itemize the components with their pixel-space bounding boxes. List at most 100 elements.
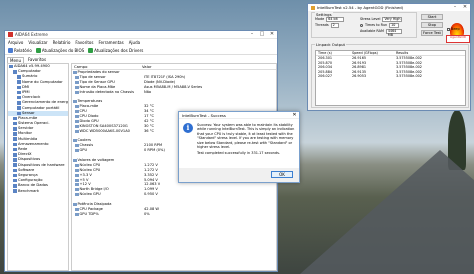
- dialog-close-button[interactable]: ✕: [290, 112, 299, 118]
- menu-item-4[interactable]: Ferramentas: [98, 40, 123, 45]
- window-title: IntelBurnTest v2.54 - by AgentGOD (Finis…: [317, 5, 404, 10]
- sensor-icon: [75, 193, 79, 197]
- speed-cell: 26.9053: [352, 74, 367, 79]
- toolbar-button-label: Atualizações do BIOS: [41, 47, 85, 53]
- tree-node-icon: [13, 153, 17, 157]
- toolbar-button-2[interactable]: Atualizações dos Drivers: [88, 47, 143, 53]
- column-header-time[interactable]: Time (s): [316, 51, 350, 55]
- sensor-icon: [75, 173, 79, 177]
- dialog-title: IntelBurnTest - Success: [182, 112, 226, 118]
- section-icon: [73, 158, 77, 162]
- tree-node-icon: [13, 163, 17, 167]
- column-header-value[interactable]: Valor: [142, 64, 152, 69]
- column-header-field[interactable]: Campo: [72, 64, 142, 69]
- sensor-icon: [75, 212, 79, 216]
- tree-node-icon: [17, 106, 21, 110]
- tree-node-icon: [17, 75, 21, 79]
- tree-node-icon: [17, 85, 21, 90]
- info-icon: i: [183, 123, 193, 133]
- sensor-icon: [75, 90, 79, 94]
- sensor-icon: [75, 85, 79, 89]
- toolbar-button-1[interactable]: Atualizações do BIOS: [35, 47, 85, 53]
- dialog-message: Success: Your system was able to maintai…: [197, 123, 295, 150]
- stress-level-select[interactable]: Very High: [382, 17, 403, 22]
- tree-node-icon: [17, 90, 21, 95]
- minimize-button[interactable]: –: [247, 31, 257, 38]
- sensor-icon: [75, 183, 79, 187]
- section-icon: [73, 202, 77, 206]
- success-dialog: IntelBurnTest - Success ✕ i Success: You…: [178, 111, 300, 183]
- available-ram-label: Available RAM: [360, 29, 384, 34]
- intelburntest-app-icon: [311, 5, 315, 10]
- title-bar: IntelBurnTest v2.54 - by AgentGOD (Finis…: [308, 4, 470, 11]
- tree-node-icon: [13, 142, 17, 147]
- close-button[interactable]: ✕: [267, 31, 277, 38]
- sensor-icon: [75, 207, 79, 211]
- tree-node-icon: [13, 184, 17, 188]
- sensor-icon: [75, 105, 79, 109]
- tree-node-icon: [13, 173, 17, 178]
- menu-item-1[interactable]: Visualizar: [28, 40, 47, 45]
- value-cell: 0.950 V: [144, 192, 158, 197]
- sensor-icon: [75, 129, 79, 133]
- dialog-footer: OK: [179, 168, 299, 182]
- table-row[interactable]: 206.027 26.9053 3.575508e-002: [316, 74, 465, 79]
- tree-node-icon: [13, 137, 17, 141]
- menu-item-3[interactable]: Favoritos: [75, 40, 93, 45]
- beep-label: Beep: [451, 27, 460, 31]
- mode-label: Mode: [315, 17, 325, 22]
- beep-checkbox-row[interactable]: Beep: [447, 27, 460, 31]
- tree-node-icon: [17, 80, 21, 84]
- sensor-icon: [75, 124, 79, 128]
- menu-item-2[interactable]: Relatório: [53, 40, 71, 45]
- background-road: [300, 150, 474, 274]
- toolbar-button-0[interactable]: Relatório: [8, 47, 32, 53]
- title-bar: AIDA64 Extreme – □ ✕: [5, 31, 277, 39]
- table-row[interactable]: GPU TDP% 0%: [72, 212, 276, 217]
- author-credit-badge[interactable]: AgentGOD: [446, 35, 470, 43]
- times-to-run-input[interactable]: 10: [389, 23, 400, 28]
- toolbar-button-label: Relatório: [14, 47, 32, 53]
- tree-node-icon: [13, 189, 17, 193]
- stop-button[interactable]: Stop: [421, 22, 443, 28]
- value-cell: 0%: [144, 211, 150, 216]
- start-button[interactable]: Start: [421, 14, 443, 20]
- tree-node-icon: [17, 95, 21, 100]
- settings-group: Settings Mode 64 bit Stress Level Very H…: [311, 12, 417, 38]
- ok-button[interactable]: OK: [271, 171, 293, 178]
- sensor-icon: [75, 114, 79, 118]
- checkbox-icon[interactable]: [447, 27, 450, 31]
- column-header-speed[interactable]: Speed (GFlops): [350, 51, 394, 55]
- tree-node-icon: [17, 111, 21, 116]
- section-icon: [73, 70, 77, 74]
- tree-node-icon: [13, 147, 17, 152]
- section-icon: [73, 139, 77, 143]
- menu-item-5[interactable]: Ajuda: [129, 40, 140, 45]
- mode-select[interactable]: 64 bit: [326, 17, 345, 22]
- minimize-button[interactable]: –: [450, 4, 460, 11]
- menu-item-0[interactable]: Arquivo: [8, 40, 23, 45]
- available-ram-value: 4464 MB: [385, 29, 402, 37]
- menu-bar: Arquivo Visualizar Relatório Favoritos Ferra…: [5, 39, 277, 46]
- bios-update-icon: [35, 47, 41, 53]
- column-header-results[interactable]: Results: [394, 51, 465, 55]
- force-test-button[interactable]: Force Test: [421, 30, 443, 36]
- threads-select[interactable]: 2: [330, 23, 339, 28]
- tree-item[interactable]: Benchmark: [8, 189, 68, 194]
- dialog-completion-time: Test completed successfully in 331.17 se…: [197, 151, 281, 156]
- maximize-button[interactable]: □: [257, 31, 267, 38]
- dialog-title-bar: IntelBurnTest - Success ✕: [179, 112, 299, 119]
- linpack-output-label: Linpack Output: [315, 42, 346, 47]
- tree-node-icon: [13, 121, 17, 126]
- sensor-icon: [75, 80, 79, 84]
- close-button[interactable]: ✕: [460, 4, 470, 11]
- sensor-icon: [75, 144, 79, 148]
- tree-node-icon: [13, 178, 17, 183]
- tree-item-label: Benchmark: [18, 188, 40, 193]
- sensor-icon: [75, 178, 79, 182]
- tree-node-icon: [13, 132, 17, 136]
- times-to-run-radio[interactable]: [360, 23, 363, 27]
- section-icon: [73, 100, 77, 104]
- report-icon: [8, 47, 13, 53]
- tree-node-icon: [13, 116, 17, 121]
